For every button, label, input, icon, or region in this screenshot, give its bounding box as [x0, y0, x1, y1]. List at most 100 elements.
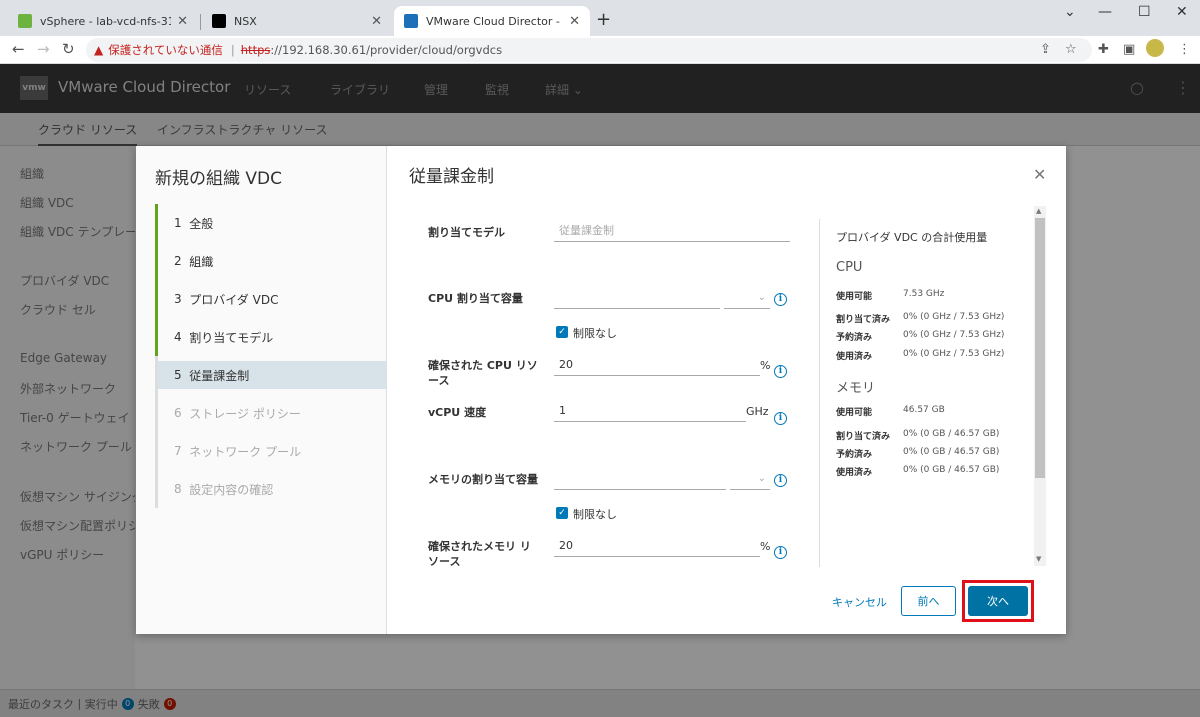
- step-number: 6: [174, 406, 182, 420]
- tab-title: VMware Cloud Director - 組織 VDC: [426, 15, 563, 28]
- summary-memory-heading: メモリ: [836, 381, 876, 396]
- wizard-step-provider-vdc[interactable]: 3 プロバイダ VDC: [158, 285, 387, 313]
- wizard-step-general[interactable]: 1 全般: [158, 209, 387, 237]
- wizard-step-allocation-model[interactable]: 4 割り当てモデル: [158, 323, 387, 351]
- step-label: ネットワーク プール: [189, 444, 302, 459]
- summary-value: 7.53 GHz: [903, 289, 945, 299]
- avatar[interactable]: [1146, 39, 1164, 57]
- browser-toolbar: ← → ↻ ▲ 保護されていない通信 | https ://192.168.30…: [0, 36, 1200, 64]
- summary-key: 割り当て済み: [836, 315, 891, 325]
- step-label: 設定内容の確認: [189, 482, 274, 497]
- tab-separator: [200, 14, 201, 30]
- new-tab-icon[interactable]: +: [596, 9, 611, 30]
- close-icon[interactable]: ✕: [569, 14, 580, 29]
- share-icon[interactable]: ⇪: [1040, 42, 1051, 57]
- close-icon[interactable]: ✕: [371, 14, 382, 29]
- window-close-icon[interactable]: ✕: [1176, 4, 1188, 20]
- cpu-guaranteed-input[interactable]: 20: [554, 356, 760, 376]
- vcpu-speed-input[interactable]: 1: [554, 402, 746, 422]
- scroll-down-icon[interactable]: ▼: [1036, 555, 1041, 563]
- memory-allocation-label: メモリの割り当て容量: [428, 473, 538, 486]
- info-icon[interactable]: i: [774, 546, 787, 559]
- menu-icon[interactable]: ⋮: [1178, 42, 1191, 57]
- step-number: 5: [174, 368, 182, 382]
- extensions-icon[interactable]: ✚: [1098, 42, 1109, 57]
- wizard-step-network-pool: 7 ネットワーク プール: [158, 437, 387, 465]
- scroll-up-icon[interactable]: ▲: [1036, 207, 1041, 215]
- summary-title: プロバイダ VDC の合計使用量: [836, 231, 988, 244]
- summary-value: 46.57 GB: [903, 405, 945, 415]
- summary-value: 0% (0 GHz / 7.53 GHz): [903, 349, 1005, 359]
- step-number: 4: [174, 330, 182, 344]
- step-label: 全般: [189, 216, 214, 231]
- summary-cpu-heading: CPU: [836, 260, 863, 275]
- content-scrollbar[interactable]: ▲ ▼: [1034, 206, 1046, 566]
- step-label: ストレージ ポリシー: [189, 406, 301, 421]
- wizard-step-organization[interactable]: 2 組織: [158, 247, 387, 275]
- reload-icon[interactable]: ↻: [62, 40, 75, 58]
- step-number: 7: [174, 444, 182, 458]
- memory-allocation-input[interactable]: [554, 470, 726, 490]
- wizard-steps-panel: 新規の組織 VDC 1 全般 2 組織 3 プロバイダ VDC 4 割り当てモデ…: [136, 146, 387, 634]
- browser-tab-nsx[interactable]: NSX ✕: [202, 6, 392, 36]
- cpu-allocation-label: CPU 割り当て容量: [428, 292, 523, 305]
- summary-value: 0% (0 GHz / 7.53 GHz): [903, 330, 1005, 340]
- info-icon[interactable]: i: [774, 365, 787, 378]
- browser-tab-vcd[interactable]: VMware Cloud Director - 組織 VDC ✕: [394, 6, 590, 36]
- cpu-unlimited-checkbox[interactable]: ✓: [556, 326, 568, 338]
- nsx-icon: [212, 14, 226, 28]
- chevron-down-icon: ⌄: [757, 292, 766, 303]
- summary-value: 0% (0 GHz / 7.53 GHz): [903, 312, 1005, 322]
- warning-icon: ▲: [94, 43, 104, 57]
- wizard-step-storage-policies: 6 ストレージ ポリシー: [158, 399, 387, 427]
- close-icon[interactable]: ✕: [1033, 165, 1046, 184]
- url-separator: |: [230, 43, 235, 57]
- summary-key: 使用可能: [836, 408, 873, 418]
- info-icon[interactable]: i: [774, 412, 787, 425]
- info-icon[interactable]: i: [774, 474, 787, 487]
- summary-key: 使用可能: [836, 292, 873, 302]
- vcd-icon: [404, 14, 418, 28]
- summary-value: 0% (0 GB / 46.57 GB): [903, 465, 1000, 475]
- bookmark-star-icon[interactable]: ☆: [1065, 42, 1077, 57]
- side-panel-icon[interactable]: ▣: [1123, 42, 1135, 57]
- address-bar[interactable]: ▲ 保護されていない通信 | https ://192.168.30.61/pr…: [86, 38, 1092, 62]
- memory-guaranteed-label: 確保されたメモリ リソース: [428, 540, 531, 568]
- maximize-icon[interactable]: ☐: [1138, 4, 1151, 20]
- summary-key: 予約済み: [836, 333, 873, 343]
- scroll-thumb[interactable]: [1035, 218, 1045, 478]
- summary-divider: [819, 219, 820, 567]
- close-icon[interactable]: ✕: [177, 14, 188, 29]
- vsphere-icon: [18, 14, 32, 28]
- cpu-unlimited-label[interactable]: 制限なし: [573, 325, 617, 341]
- tab-title: NSX: [234, 14, 257, 28]
- cpu-allocation-input[interactable]: [554, 289, 720, 309]
- memory-unlimited-label[interactable]: 制限なし: [573, 506, 617, 522]
- previous-button[interactable]: 前へ: [901, 586, 956, 616]
- info-icon[interactable]: i: [774, 293, 787, 306]
- minimize-icon[interactable]: —: [1098, 4, 1112, 20]
- cpu-guaranteed-label: 確保された CPU リソース: [428, 359, 538, 387]
- allocation-model-field: 従量課金制: [554, 222, 790, 242]
- step-number: 3: [174, 292, 182, 306]
- forward-icon[interactable]: →: [37, 40, 50, 58]
- cpu-allocation-unit-select[interactable]: ⌄: [724, 289, 770, 309]
- vcpu-speed-label: vCPU 速度: [428, 406, 487, 419]
- wizard-step-pay-as-you-go[interactable]: 5 従量課金制: [158, 361, 387, 389]
- wizard-title: 新規の組織 VDC: [155, 169, 282, 189]
- chevron-down-icon[interactable]: ⌄: [1064, 4, 1076, 20]
- memory-unlimited-checkbox[interactable]: ✓: [556, 507, 568, 519]
- security-warning[interactable]: 保護されていない通信: [108, 42, 223, 58]
- memory-guaranteed-input[interactable]: 20: [554, 537, 760, 557]
- wizard-step-review: 8 設定内容の確認: [158, 475, 387, 503]
- memory-allocation-unit-select[interactable]: ⌄: [730, 470, 770, 490]
- summary-key: 使用済み: [836, 352, 873, 362]
- back-icon[interactable]: ←: [12, 40, 25, 58]
- cancel-button[interactable]: キャンセル: [832, 594, 887, 610]
- browser-tab-bar: vSphere - lab-vcd-nfs-31 - サマリ ✕ NSX ✕ V…: [0, 0, 1200, 36]
- percent-unit: %: [760, 359, 771, 372]
- url-text: ://192.168.30.61/provider/cloud/orgvdcs: [270, 43, 503, 57]
- new-org-vdc-wizard: 新規の組織 VDC 1 全般 2 組織 3 プロバイダ VDC 4 割り当てモデ…: [136, 146, 1066, 634]
- browser-tab-vsphere[interactable]: vSphere - lab-vcd-nfs-31 - サマリ ✕: [8, 6, 198, 36]
- summary-value: 0% (0 GB / 46.57 GB): [903, 429, 1000, 439]
